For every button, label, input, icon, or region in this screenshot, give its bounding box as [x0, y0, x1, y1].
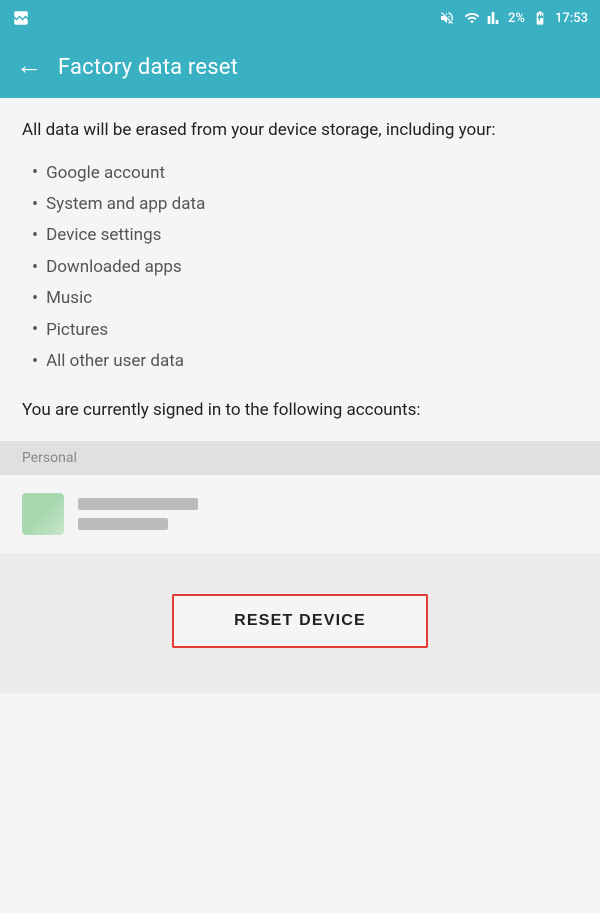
account-info [78, 498, 198, 530]
signal-icon [487, 10, 503, 26]
bullet-icon: • [32, 259, 38, 277]
warning-text: All data will be erased from your device… [22, 118, 578, 144]
mute-icon [437, 10, 457, 26]
battery-percentage: 2% [508, 11, 525, 26]
list-item-text: Device settings [46, 220, 161, 251]
account-avatar [22, 493, 64, 535]
list-item: • All other user data [32, 346, 578, 377]
redacted-name [78, 498, 198, 510]
section-label: Personal [22, 450, 77, 466]
wifi-icon [462, 10, 482, 26]
status-bar-left-icons [12, 9, 30, 27]
list-item-text: Downloaded apps [46, 252, 182, 283]
bullet-icon: • [32, 353, 38, 371]
bullet-icon: • [32, 196, 38, 214]
status-bar: 2% 17:53 [0, 0, 600, 36]
app-bar: ← Factory data reset [0, 36, 600, 98]
status-bar-right-icons: 2% 17:53 [437, 10, 588, 26]
redacted-email [78, 518, 168, 530]
bullet-icon: • [32, 164, 38, 182]
no-image-icon [12, 9, 30, 27]
list-item: • Downloaded apps [32, 252, 578, 283]
list-item: • Pictures [32, 315, 578, 346]
battery-icon [530, 10, 550, 26]
reset-device-button[interactable]: RESET DEVICE [172, 594, 428, 648]
status-time: 17:53 [555, 11, 588, 26]
button-area: RESET DEVICE [0, 553, 600, 693]
list-item: • Music [32, 283, 578, 314]
bullet-icon: • [32, 227, 38, 245]
list-item-text: All other user data [46, 346, 184, 377]
bullet-icon: • [32, 290, 38, 308]
list-item: • System and app data [32, 189, 578, 220]
list-item: • Device settings [32, 220, 578, 251]
back-button[interactable]: ← [16, 53, 42, 79]
app-bar-title: Factory data reset [58, 55, 238, 80]
section-divider: Personal [0, 441, 600, 475]
account-row [0, 475, 600, 553]
list-item-text: System and app data [46, 189, 205, 220]
list-item-text: Google account [46, 158, 165, 189]
list-item-text: Music [46, 283, 92, 314]
content-area: All data will be erased from your device… [0, 98, 600, 423]
bullet-icon: • [32, 321, 38, 339]
list-item-text: Pictures [46, 315, 108, 346]
list-item: • Google account [32, 158, 578, 189]
items-list: • Google account • System and app data • Devi… [32, 158, 578, 378]
signed-in-text: You are currently signed in to the follo… [22, 398, 578, 424]
